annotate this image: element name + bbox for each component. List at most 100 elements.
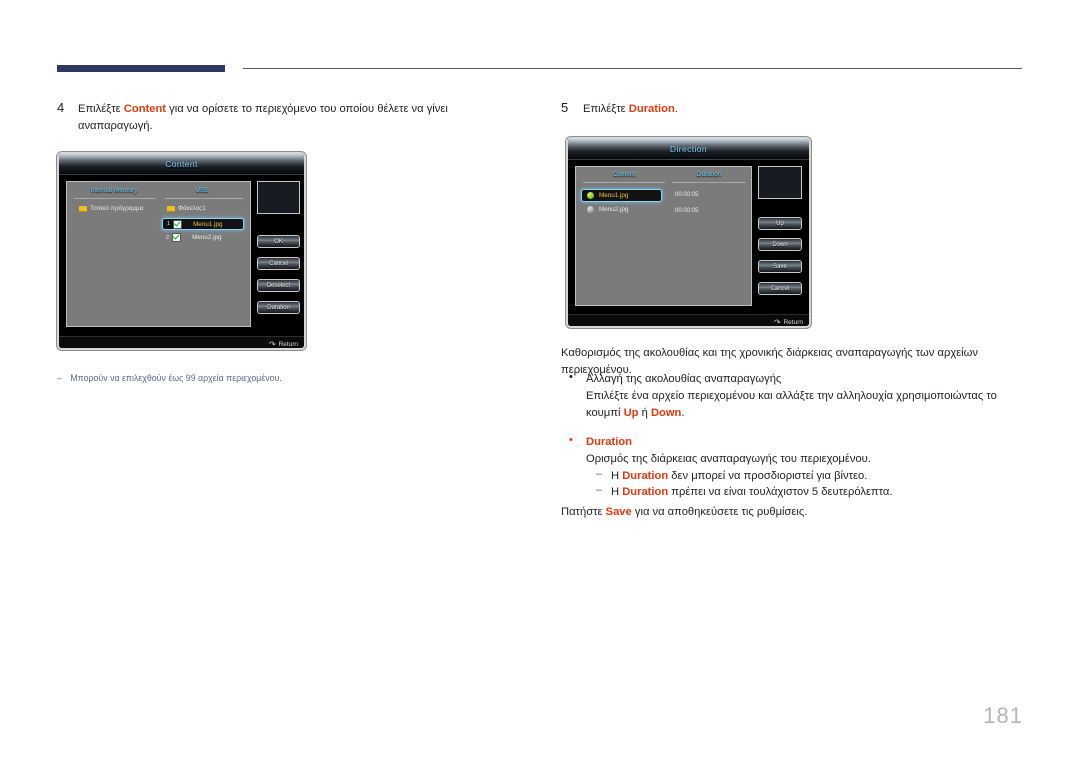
sub-dash: – bbox=[596, 484, 603, 496]
keyword-duration: Duration bbox=[622, 470, 669, 482]
gray-item-icon bbox=[587, 206, 594, 213]
tab-rule-right bbox=[165, 198, 243, 199]
sub-note-2: Η Duration πρέπει να είναι τουλάχιστον 5… bbox=[611, 484, 1011, 501]
list-item[interactable]: 1 Menu1.jpg bbox=[162, 218, 244, 230]
intro-line-1: Καθορισμός της ακολουθίας και της χρονικ… bbox=[561, 347, 979, 359]
direction-playlist: Content Duration Menu1.jpg 00:00:05 Menu… bbox=[575, 166, 752, 306]
note-text: Μπορούν να επιλεχθούν έως 99 αρχεία περι… bbox=[70, 373, 282, 383]
bullet-1-l2-post: . bbox=[681, 407, 685, 419]
preview-thumbnail bbox=[257, 181, 300, 214]
list-item[interactable]: Φάκελος1 bbox=[167, 205, 206, 212]
table-row-duration: 00:00:05 bbox=[675, 192, 699, 198]
table-row[interactable]: Menu2.jpg bbox=[587, 206, 628, 213]
deselect-button[interactable]: Deselect bbox=[257, 279, 300, 292]
step-4-keyword-content: Content bbox=[123, 103, 167, 115]
step-5-post: . bbox=[674, 103, 678, 115]
folder-icon bbox=[79, 205, 87, 212]
direction-dialog-titlebar: Direction bbox=[568, 139, 809, 160]
direction-dialog-body: Content Duration Menu1.jpg 00:00:05 Menu… bbox=[568, 160, 809, 314]
step-4-line1-pre: Επιλέξτε bbox=[78, 103, 124, 115]
sub-dash: – bbox=[596, 468, 603, 480]
ok-button[interactable]: OK bbox=[257, 235, 300, 248]
bullet-1-line-2: κουμπί Up ή Down. bbox=[586, 405, 1011, 422]
list-item-label: Φάκελος1 bbox=[178, 205, 206, 212]
down-button[interactable]: Down bbox=[758, 238, 802, 251]
closing-paragraph: Πατήστε Save για να αποθηκεύσετε τις ρυθ… bbox=[561, 504, 1001, 521]
return-label[interactable]: Return bbox=[278, 341, 298, 348]
bullet-1-l2-mid: ή bbox=[638, 407, 651, 419]
header-rule-line bbox=[243, 68, 1022, 69]
sub-1-post: δεν μπορεί να προσδιοριστεί για βίντεο. bbox=[668, 470, 868, 482]
checkbox-icon[interactable] bbox=[172, 233, 182, 242]
sub-2-pre: Η bbox=[611, 486, 623, 498]
column-header-content: Content bbox=[612, 171, 636, 178]
return-label[interactable]: Return bbox=[783, 319, 803, 326]
content-dialog-title: Content bbox=[165, 159, 198, 169]
bullet-2: Duration Ορισμός της διάρκειας αναπαραγω… bbox=[586, 434, 1011, 468]
step-5-pre: Επιλέξτε bbox=[583, 103, 629, 115]
table-row[interactable]: Menu1.jpg bbox=[581, 189, 662, 202]
table-row-label: Menu1.jpg bbox=[599, 192, 629, 199]
step-5-keyword-duration: Duration bbox=[628, 103, 675, 115]
content-dialog-titlebar: Content bbox=[59, 154, 304, 175]
list-item[interactable]: Τοπικό πρόγραμμα bbox=[79, 205, 143, 212]
checkbox-icon[interactable] bbox=[173, 219, 183, 229]
cancel-button[interactable]: Cancel bbox=[758, 282, 802, 295]
bullet-marker: • bbox=[569, 434, 573, 446]
table-row-label: Menu2.jpg bbox=[599, 206, 629, 213]
closing-pre: Πατήστε bbox=[561, 506, 606, 518]
bullet-1: Αλλαγή της ακολουθίας αναπαραγωγής Επιλέ… bbox=[586, 371, 1011, 422]
content-dialog-body: Internal Memory USB Τοπικό πρόγραμμα Φάκ… bbox=[59, 175, 304, 336]
step-5-number: 5 bbox=[561, 100, 569, 115]
list-item-label: Τοπικό πρόγραμμα bbox=[90, 205, 144, 212]
keyword-save: Save bbox=[605, 506, 632, 518]
bullet-1-l2-pre: κουμπί bbox=[586, 407, 624, 419]
sub-1-pre: Η bbox=[611, 470, 623, 482]
bullet-2-line-1: Ορισμός της διάρκειας αναπαραγωγής του π… bbox=[586, 453, 871, 465]
step-4-line2: αναπαραγωγή. bbox=[78, 120, 153, 132]
step-5-text: Επιλέξτε Duration. bbox=[583, 101, 983, 118]
list-item-index: 2 bbox=[166, 234, 170, 241]
closing-post: για να αποθηκεύσετε τις ρυθμίσεις. bbox=[631, 506, 808, 518]
tab-rule-left bbox=[74, 198, 156, 199]
list-item-label: Menu1.jpg bbox=[193, 220, 223, 228]
page-number: 181 bbox=[983, 703, 1023, 728]
header-accent-bar bbox=[57, 65, 225, 72]
table-row-duration: 00:00:05 bbox=[675, 208, 699, 214]
sub-note-1: Η Duration δεν μπορεί να προσδιοριστεί γ… bbox=[611, 468, 1011, 485]
return-arrow-icon: ↶ bbox=[268, 339, 276, 349]
folder-icon bbox=[167, 205, 175, 212]
bullet-marker: • bbox=[569, 371, 573, 383]
list-item[interactable]: 2 Menu2.jpg bbox=[166, 233, 221, 242]
keyword-down: Down bbox=[650, 407, 682, 419]
keyword-duration: Duration bbox=[622, 486, 669, 498]
step-4-number: 4 bbox=[57, 100, 65, 115]
content-file-browser: Internal Memory USB Τοπικό πρόγραμμα Φάκ… bbox=[66, 181, 251, 327]
direction-dialog: Direction Content Duration Menu1.jpg 00:… bbox=[566, 137, 811, 328]
list-item-label: Menu2.jpg bbox=[192, 234, 222, 241]
column-header-duration: Duration bbox=[696, 171, 722, 178]
note-dash: – bbox=[57, 373, 62, 383]
duration-button[interactable]: Duration bbox=[257, 301, 300, 314]
content-dialog-footer: ↶ Return bbox=[59, 336, 304, 349]
cancel-button[interactable]: Cancel bbox=[257, 257, 300, 270]
column-rule-content bbox=[583, 182, 665, 183]
tab-usb[interactable]: USB bbox=[167, 187, 237, 194]
keyword-up: Up bbox=[623, 407, 639, 419]
up-button[interactable]: Up bbox=[758, 217, 802, 230]
content-dialog: Content Internal Memory USB Τοπικό πρόγρ… bbox=[57, 152, 306, 350]
green-dot-icon bbox=[587, 192, 594, 199]
list-item-index: 1 bbox=[167, 221, 171, 227]
note-left: – Μπορούν να επιλεχθούν έως 99 αρχεία πε… bbox=[57, 371, 387, 385]
step-4-line1-post: για να ορίσετε το περιεχόμενο του οποίου… bbox=[166, 103, 448, 115]
step-4-text: Επιλέξτε Content για να ορίσετε το περιε… bbox=[78, 101, 498, 135]
preview-thumbnail bbox=[758, 166, 802, 199]
sub-2-post: πρέπει να είναι τουλάχιστον 5 δευτερόλεπ… bbox=[668, 486, 893, 498]
return-arrow-icon: ↶ bbox=[773, 317, 781, 327]
tab-internal-memory[interactable]: Internal Memory bbox=[75, 187, 153, 194]
column-rule-duration bbox=[672, 182, 746, 183]
direction-dialog-title: Direction bbox=[669, 144, 708, 154]
bullet-1-line-1: Επιλέξτε ένα αρχείο περιεχομένου και αλλ… bbox=[586, 390, 997, 402]
save-button[interactable]: Save bbox=[758, 260, 802, 273]
direction-dialog-footer: ↶ Return bbox=[568, 314, 809, 327]
